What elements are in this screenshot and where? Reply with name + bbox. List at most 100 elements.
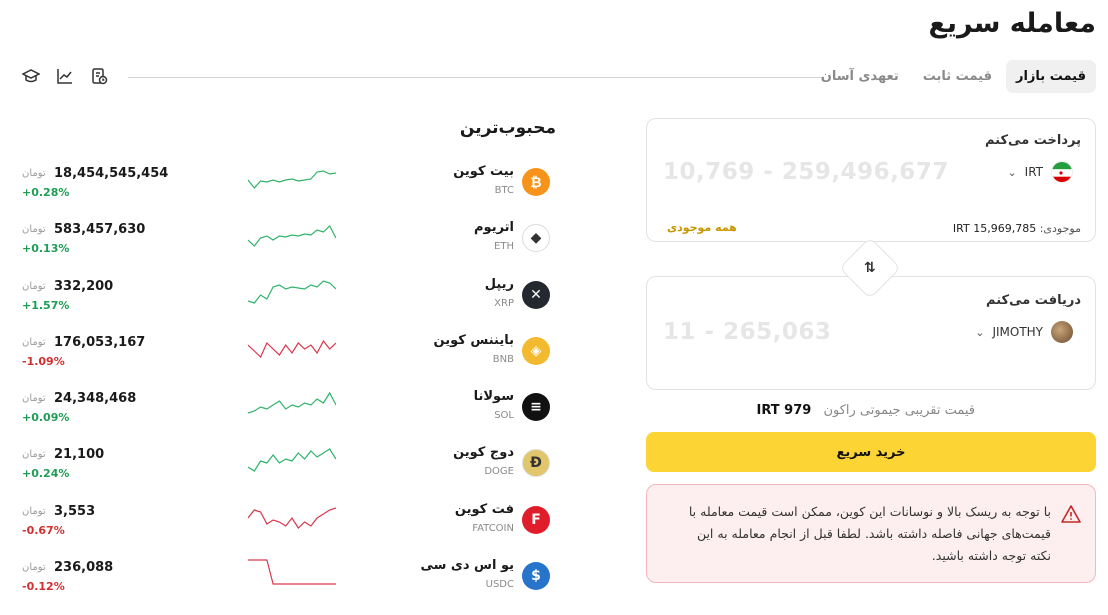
- coin-change: -0.67%: [22, 523, 65, 537]
- coin-name: یو اس دی سی: [420, 558, 514, 574]
- coin-row[interactable]: ◈ بایننس کوین BNB 176,053,167 تومان -1.09%: [22, 325, 554, 381]
- receive-currency-code: JIMOTHY: [992, 325, 1043, 339]
- sparkline-chart: [248, 279, 336, 304]
- coin-symbol: SOL: [494, 410, 514, 422]
- pay-card: پرداخت می‌کنم 10,769 - 259,496,677 IRT ⌄…: [646, 118, 1096, 242]
- pay-amount-input[interactable]: 10,769 - 259,496,677: [663, 159, 949, 185]
- swap-arrows-icon: ⇅: [864, 259, 876, 276]
- rate-value: 979 IRT: [756, 403, 812, 418]
- coin-price: 583,457,630: [54, 222, 146, 238]
- toolbar-icons: [21, 67, 108, 85]
- toolbar-divider: [128, 77, 822, 78]
- sparkline-chart: [248, 225, 336, 248]
- coin-row[interactable]: ₿ بیت کوین BTC 18,454,545,454 تومان +0.28%: [22, 156, 554, 212]
- receive-label: دریافت می‌کنم: [986, 293, 1081, 308]
- coin-symbol: DOGE: [484, 466, 514, 478]
- eth-coin-icon: ◆: [522, 224, 550, 253]
- coin-unit: تومان: [22, 562, 46, 574]
- coin-price: 236,088: [54, 560, 114, 576]
- receipt-clock-icon[interactable]: [90, 67, 108, 85]
- sparkline-chart: [248, 559, 336, 585]
- tab-market-price[interactable]: قیمت بازار: [1005, 60, 1096, 93]
- coin-symbol: XRP: [494, 297, 514, 309]
- balance-label: موجودی:: [1039, 222, 1081, 235]
- tab-easy-commitment[interactable]: تعهدی آسان: [811, 60, 909, 93]
- warning-triangle-icon: [1061, 505, 1081, 523]
- graduation-cap-icon[interactable]: [21, 67, 41, 85]
- coin-row[interactable]: ≡ سولانا SOL 24,348,468 تومان +0.09%: [22, 381, 554, 437]
- coin-price: 24,348,468: [54, 391, 137, 407]
- trade-mode-tabs: قیمت بازار قیمت ثابت تعهدی آسان: [807, 60, 1096, 93]
- coin-unit: تومان: [22, 168, 46, 179]
- coin-unit: تومان: [22, 280, 46, 292]
- iran-flag-icon: [1051, 161, 1073, 183]
- sparkline-chart: [248, 448, 336, 473]
- pay-currency-code: IRT: [1024, 165, 1043, 179]
- coin-symbol: BNB: [492, 353, 514, 365]
- doge-coin-icon: Ð: [522, 449, 550, 478]
- sparkline-chart: [248, 391, 336, 414]
- warning-text: با توجه به ریسک بالا و نوسانات این کوین،…: [688, 504, 1051, 563]
- coin-change: -0.12%: [22, 580, 65, 594]
- risk-warning: با توجه به ریسک بالا و نوسانات این کوین،…: [646, 484, 1096, 583]
- usdc-coin-icon: $: [522, 562, 550, 591]
- chevron-down-icon: ⌄: [975, 325, 985, 339]
- sparkline-chart: [248, 507, 336, 529]
- coin-row[interactable]: ◆ اتریوم ETH 583,457,630 تومان +0.13%: [22, 212, 554, 268]
- coin-name: اتریوم: [474, 220, 514, 236]
- btc-coin-icon: ₿: [522, 168, 550, 196]
- bnb-coin-icon: ◈: [522, 336, 550, 365]
- coin-symbol: USDC: [485, 579, 514, 591]
- coin-row[interactable]: Ð دوج کوین DOGE 21,100 تومان +0.24%: [22, 437, 554, 493]
- xrp-coin-icon: ✕: [522, 280, 550, 309]
- pay-balance: موجودی: 15,969,785 IRT: [953, 222, 1081, 235]
- coin-unit: تومان: [22, 505, 46, 517]
- quick-buy-button[interactable]: خرید سریع: [646, 432, 1096, 472]
- receive-amount-input[interactable]: 11 - 265,063: [663, 319, 831, 345]
- coin-name: دوج کوین: [453, 445, 514, 461]
- pay-label: پرداخت می‌کنم: [984, 133, 1081, 148]
- coin-symbol: ETH: [494, 241, 514, 253]
- coin-name: سولانا: [473, 389, 514, 405]
- coin-name: بایننس کوین: [433, 332, 514, 348]
- coin-price: 332,200: [54, 278, 114, 294]
- pay-currency-select[interactable]: IRT ⌄: [1007, 161, 1073, 183]
- coin-row[interactable]: ✕ ریپل XRP 332,200 تومان +1.57%: [22, 269, 554, 325]
- coin-change: +0.28%: [22, 186, 70, 199]
- coin-row[interactable]: F فت کوین FATCOIN 3,553 تومان -0.67%: [22, 494, 554, 550]
- tab-fixed-price[interactable]: قیمت ثابت: [913, 60, 1002, 93]
- page-title: معامله سریع: [928, 8, 1096, 39]
- jimothy-token-icon: [1051, 321, 1073, 343]
- coin-price: 18,454,545,454: [54, 166, 169, 181]
- all-balance-button[interactable]: همه موجودی: [667, 221, 737, 234]
- coin-change: +1.57%: [22, 298, 70, 312]
- sol-coin-icon: ≡: [522, 393, 550, 422]
- fatcoin-coin-icon: F: [522, 505, 550, 534]
- chevron-down-icon: ⌄: [1007, 165, 1017, 179]
- coin-symbol: FATCOIN: [472, 522, 514, 534]
- sparkline-chart: [248, 170, 336, 189]
- coin-price: 3,553: [54, 503, 96, 519]
- coin-price: 21,100: [54, 447, 105, 463]
- coin-change: +0.13%: [22, 242, 70, 256]
- coin-name: بیت کوین: [453, 164, 514, 179]
- coin-price: 176,053,167: [54, 334, 146, 350]
- coin-row[interactable]: $ یو اس دی سی USDC 236,088 تومان -0.12%: [22, 550, 554, 606]
- coin-unit: تومان: [22, 336, 46, 348]
- coin-name: ریپل: [484, 276, 514, 292]
- coin-change: +0.09%: [22, 411, 70, 425]
- coin-change: +0.24%: [22, 467, 70, 481]
- coin-unit: تومان: [22, 449, 46, 461]
- balance-value: 15,969,785 IRT: [952, 222, 1037, 235]
- sparkline-chart: [248, 339, 336, 358]
- receive-currency-select[interactable]: JIMOTHY ⌄: [975, 321, 1073, 343]
- coin-name: فت کوین: [454, 501, 514, 517]
- rate-label: قیمت تقریبی جیموتی راکون: [823, 403, 975, 418]
- line-chart-icon[interactable]: [56, 67, 74, 85]
- coin-unit: تومان: [22, 224, 46, 236]
- popular-title: محبوب‌ترین: [459, 118, 556, 138]
- coin-symbol: BTC: [494, 185, 514, 196]
- coin-unit: تومان: [22, 393, 46, 405]
- coin-change: -1.09%: [22, 354, 65, 368]
- approx-rate: قیمت تقریبی جیموتی راکون 979 IRT: [757, 403, 976, 418]
